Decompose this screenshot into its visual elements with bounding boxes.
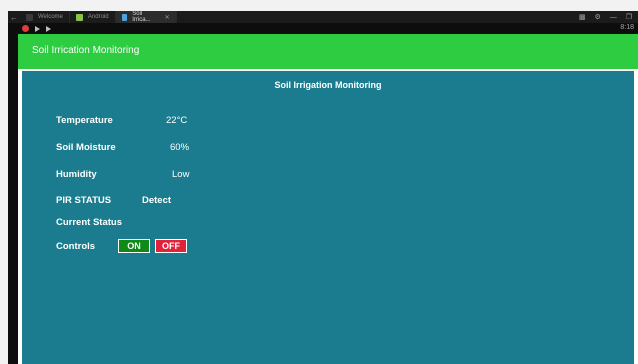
- pir-label: PIR STATUS: [56, 194, 112, 206]
- app-area: Soil Irrication Monitoring Soil Irrigati…: [18, 34, 638, 364]
- temperature-value: 22°C: [166, 115, 188, 126]
- off-button[interactable]: OFF: [155, 239, 187, 253]
- window-frame: ← Welcome Android Soil Irrica... ✕ ▩ ⚙ —…: [0, 0, 638, 364]
- emulator-toolbar: 8:18: [8, 23, 638, 34]
- current-status-label: Current Status: [56, 216, 122, 228]
- temperature-label: Temperature: [56, 114, 113, 126]
- restore-icon[interactable]: ❐: [626, 13, 632, 21]
- step-icon[interactable]: [46, 25, 51, 32]
- action-bar: Soil Irrication Monitoring: [18, 34, 638, 69]
- emulator-screen: ← Welcome Android Soil Irrica... ✕ ▩ ⚙ —…: [8, 11, 638, 364]
- current-status-row: Current Status: [56, 215, 122, 229]
- play-icon[interactable]: [35, 25, 40, 32]
- settings-icon[interactable]: ⚙: [594, 13, 600, 21]
- tab-label: Android: [87, 14, 109, 20]
- close-tab-icon[interactable]: ✕: [165, 14, 170, 21]
- pir-row: PIR STATUS: [56, 193, 111, 207]
- monitoring-panel: Soil Irrigation Monitoring Temperature 2…: [22, 71, 634, 364]
- pir-value: Detect: [142, 195, 172, 206]
- window-controls: ▩ ⚙ — ❐: [579, 13, 638, 22]
- panel-title: Soil Irrigation Monitoring: [274, 80, 382, 90]
- action-bar-title: Soil Irrication Monitoring: [32, 45, 140, 56]
- welcome-icon: [26, 13, 33, 21]
- app-window-icon: [121, 13, 128, 21]
- minimize-icon[interactable]: —: [610, 14, 617, 21]
- on-button[interactable]: ON: [118, 239, 150, 253]
- tab-android[interactable]: Android: [70, 11, 116, 23]
- soil-moisture-row: Soil Moisture: [56, 140, 116, 154]
- status-clock: 8:18: [620, 24, 634, 31]
- tab-label: Welcome: [38, 14, 63, 20]
- tab-welcome[interactable]: Welcome: [20, 11, 70, 23]
- soil-moisture-label: Soil Moisture: [56, 141, 116, 153]
- humidity-value: Low: [172, 169, 190, 180]
- back-arrow-icon[interactable]: ←: [8, 13, 20, 22]
- tab-bar: ← Welcome Android Soil Irrica... ✕ ▩ ⚙ —…: [8, 11, 638, 23]
- record-icon[interactable]: [22, 25, 29, 32]
- android-icon: [75, 13, 83, 21]
- tab-soil-irrication[interactable]: Soil Irrica... ✕: [115, 11, 177, 23]
- network-icon[interactable]: ▩: [579, 13, 586, 21]
- tab-label: Soil Irrica...: [132, 11, 151, 23]
- humidity-label: Humidity: [56, 168, 97, 180]
- soil-moisture-value: 60%: [170, 142, 190, 153]
- controls-row: Controls: [56, 239, 95, 253]
- controls-label: Controls: [56, 240, 96, 252]
- humidity-row: Humidity: [56, 167, 97, 181]
- temperature-row: Temperature: [56, 113, 113, 127]
